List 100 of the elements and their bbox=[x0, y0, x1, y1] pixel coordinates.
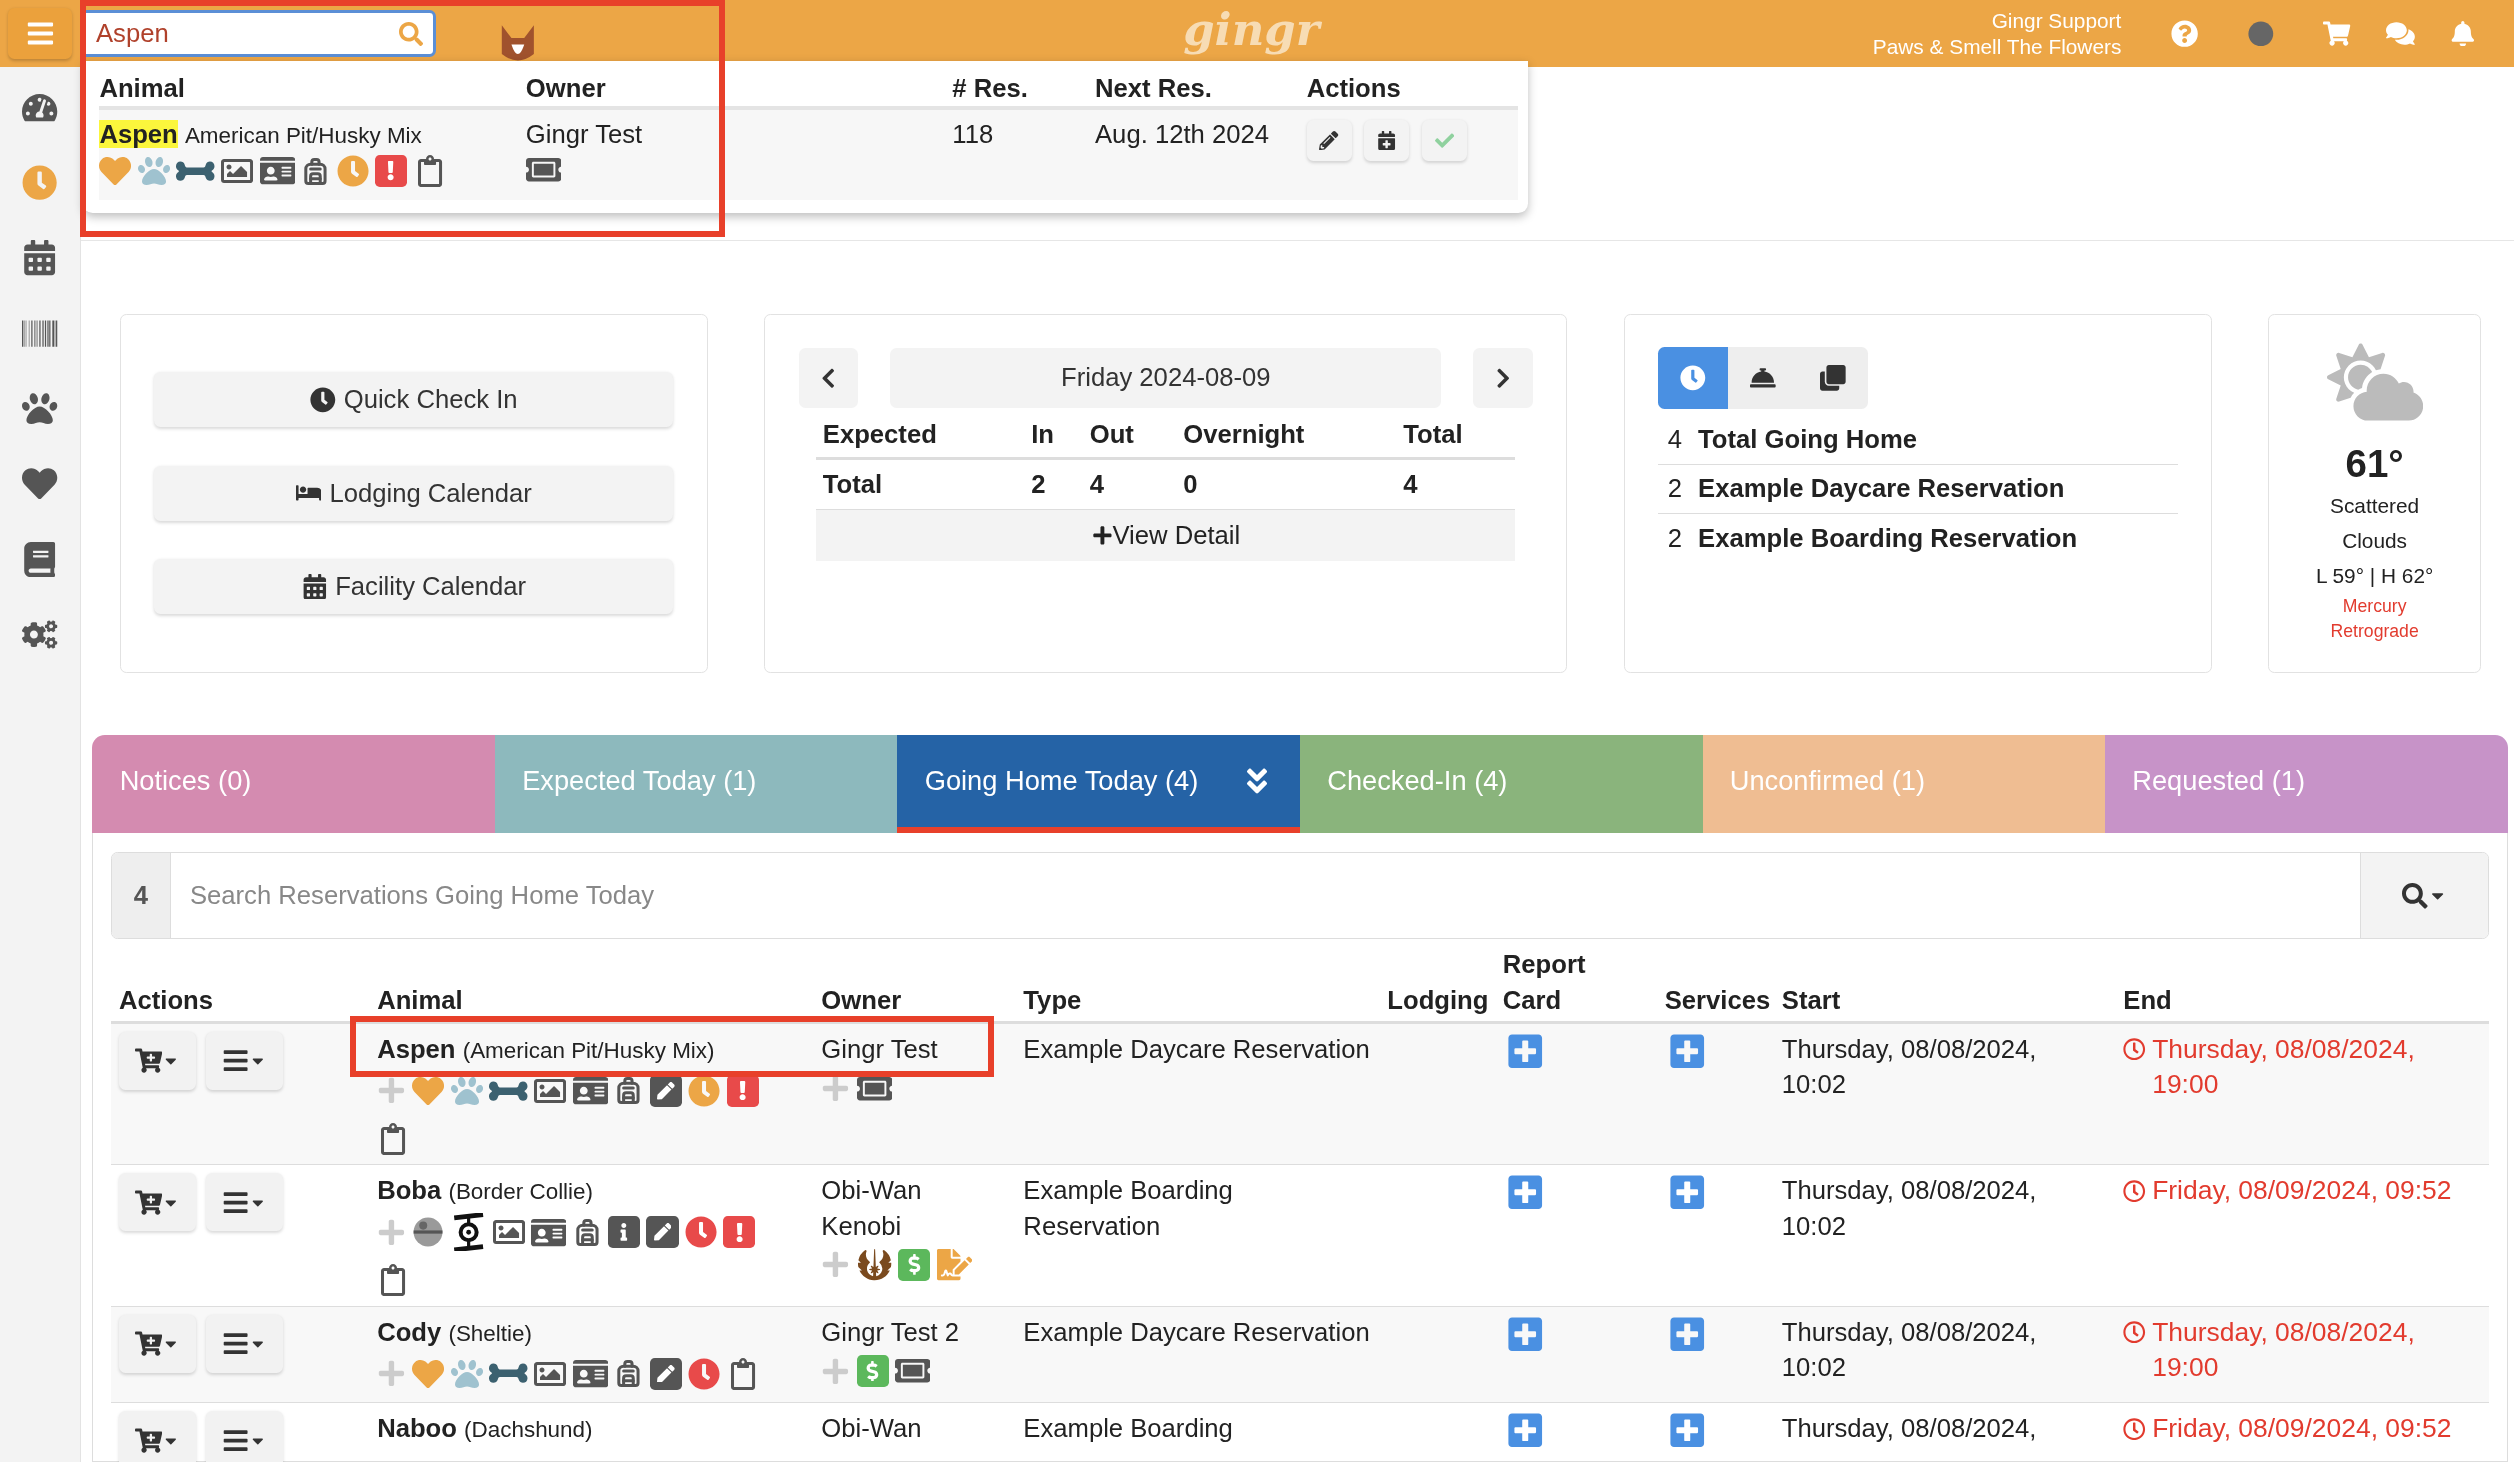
column-header: Out bbox=[1083, 412, 1177, 459]
clock-icon[interactable] bbox=[1680, 365, 1706, 391]
add-service-icon[interactable] bbox=[1667, 1411, 1707, 1450]
calendar-add-button[interactable] bbox=[1364, 119, 1410, 162]
column-header: In bbox=[1024, 412, 1084, 459]
check-button[interactable] bbox=[1422, 119, 1467, 162]
next-button[interactable] bbox=[1473, 348, 1533, 408]
column-header: Overnight bbox=[1176, 412, 1397, 459]
table-cell: Thursday, 08/08/2024, 10:02 bbox=[1773, 1306, 2116, 1403]
list-menu-button[interactable] bbox=[205, 1032, 283, 1090]
animal-name[interactable]: Naboo (Dachshund) bbox=[377, 1414, 593, 1443]
table-cell: Example Daycare Reservation bbox=[1015, 1022, 1380, 1165]
column-header: Total bbox=[1396, 412, 1516, 459]
heart-icon[interactable] bbox=[22, 466, 58, 502]
cart-plus-icon[interactable] bbox=[135, 1426, 163, 1454]
book-icon[interactable] bbox=[22, 541, 58, 578]
add-service-icon[interactable] bbox=[1667, 1032, 1707, 1071]
copy-icon[interactable] bbox=[1820, 365, 1846, 391]
quick-link-button[interactable]: Facility Calendar bbox=[154, 559, 674, 615]
owner-name[interactable]: Gingr Test bbox=[821, 1032, 938, 1068]
temperature-range: L 59° | H 62° bbox=[2315, 563, 2434, 590]
animal-name[interactable]: Cody (Sheltie) bbox=[377, 1317, 532, 1346]
clock-icon bbox=[688, 1074, 721, 1107]
owner-name[interactable]: Gingr Test bbox=[525, 119, 643, 148]
cart-plus-icon[interactable] bbox=[135, 1188, 163, 1216]
column-header: Owner bbox=[525, 60, 953, 108]
cart-plus-icon[interactable] bbox=[135, 1047, 163, 1075]
search-icon[interactable] bbox=[2401, 882, 2428, 909]
cart-plus-icon[interactable] bbox=[135, 1330, 163, 1358]
table-cell: Total bbox=[816, 458, 1025, 510]
clock-icon bbox=[688, 1357, 721, 1390]
clock-icon bbox=[336, 154, 369, 187]
animal-name[interactable]: Boba (Border Collie) bbox=[377, 1176, 594, 1205]
info-icon bbox=[608, 1216, 641, 1249]
column-header: Next Res. bbox=[1095, 60, 1307, 108]
list-menu-button[interactable] bbox=[205, 1173, 283, 1232]
add-service-icon[interactable] bbox=[1667, 1314, 1707, 1354]
list-menu-button[interactable] bbox=[205, 1314, 283, 1373]
end-time: Thursday, 08/08/2024, 19:00 bbox=[2152, 1315, 2416, 1385]
quick-link-button[interactable]: Quick Check In bbox=[154, 372, 674, 428]
add-report-card-icon[interactable] bbox=[1506, 1411, 1545, 1450]
exclamation-icon bbox=[375, 154, 408, 187]
dollar-icon bbox=[856, 1354, 889, 1388]
exclamation-icon bbox=[723, 1216, 756, 1249]
clock-icon bbox=[2123, 1179, 2146, 1203]
end-time: Friday, 08/09/2024, 09:52 bbox=[2152, 1174, 2453, 1208]
table-cell: Aug. 12th 2024 bbox=[1095, 107, 1307, 200]
end-time: Thursday, 08/08/2024, 19:00 bbox=[2152, 1033, 2416, 1102]
reservation-search-field[interactable]: 4 Search Reservations Going Home Today bbox=[111, 852, 2489, 940]
table-cell: Thursday, 08/08/2024, 10:02 bbox=[1773, 1164, 2116, 1307]
edit-button[interactable] bbox=[1306, 119, 1352, 162]
reservation-count: 4 bbox=[112, 853, 171, 939]
owner-name[interactable]: Gingr Test 2 bbox=[821, 1314, 960, 1351]
column-header: Lodging bbox=[1379, 945, 1495, 1023]
clock-icon bbox=[310, 387, 336, 413]
menu-button[interactable] bbox=[8, 8, 73, 60]
column-header: Report Card bbox=[1494, 945, 1657, 1023]
add-report-card-icon[interactable] bbox=[1506, 1032, 1545, 1071]
search-button[interactable] bbox=[2359, 853, 2488, 939]
table-cell: Example Boarding bbox=[1015, 1402, 1380, 1462]
pencil-icon bbox=[649, 1357, 682, 1390]
owner-name[interactable]: Obi-Wan bbox=[821, 1411, 922, 1447]
calendar-icon[interactable] bbox=[22, 240, 58, 276]
paw-icon[interactable] bbox=[22, 391, 58, 427]
cart-menu-button[interactable] bbox=[119, 1032, 196, 1090]
date-display: Friday 2024-08-09 bbox=[890, 348, 1442, 408]
add-report-card-icon[interactable] bbox=[1506, 1173, 1545, 1212]
weather-note: Mercury Retrograde bbox=[2329, 594, 2420, 644]
cart-menu-button[interactable] bbox=[119, 1173, 196, 1232]
pencil-icon[interactable] bbox=[1319, 130, 1339, 150]
reservation-label: Total Going Home bbox=[1698, 425, 1917, 455]
temperature: 61° bbox=[2345, 446, 2404, 482]
table-cell: Thursday, 08/08/2024, 10:02 bbox=[1773, 1022, 2116, 1165]
copy-button[interactable] bbox=[1798, 346, 1869, 410]
column-header: Actions bbox=[111, 945, 370, 1023]
heart-icon bbox=[412, 1074, 445, 1107]
column-header: End bbox=[2115, 945, 2489, 1023]
count: 2 bbox=[1667, 474, 1683, 504]
cart-menu-button[interactable] bbox=[119, 1314, 196, 1373]
add-report-card-icon[interactable] bbox=[1506, 1314, 1545, 1354]
add-service-icon[interactable] bbox=[1667, 1173, 1707, 1212]
owner-name[interactable]: Obi-Wan Kenobi bbox=[821, 1173, 1008, 1244]
plus-icon[interactable] bbox=[1091, 524, 1113, 546]
list-menu-button[interactable] bbox=[205, 1411, 283, 1462]
view-detail-button[interactable]: View Detail bbox=[816, 509, 1516, 561]
avatar-icon[interactable] bbox=[2247, 20, 2274, 47]
cart-menu-button[interactable] bbox=[119, 1411, 196, 1462]
previous-button[interactable] bbox=[798, 348, 859, 408]
sphere-icon bbox=[412, 1216, 445, 1249]
paw-icon bbox=[450, 1074, 483, 1107]
quick-link-button[interactable]: Lodging Calendar bbox=[154, 465, 674, 521]
animal-name[interactable]: Aspen (American Pit/Husky Mix) bbox=[377, 1035, 715, 1064]
signature-icon bbox=[936, 1247, 972, 1283]
logo: gingr bbox=[1183, 3, 1320, 57]
calendar-plus-icon[interactable] bbox=[1377, 130, 1397, 150]
column-header: Animal bbox=[99, 60, 526, 108]
reservation-label: Example Daycare Reservation bbox=[1698, 474, 2065, 504]
reservation-label: Example Boarding Reservation bbox=[1698, 523, 2078, 553]
bell-button[interactable] bbox=[1728, 346, 1799, 410]
tab[interactable]: Going Home Today (4) bbox=[897, 735, 1300, 834]
